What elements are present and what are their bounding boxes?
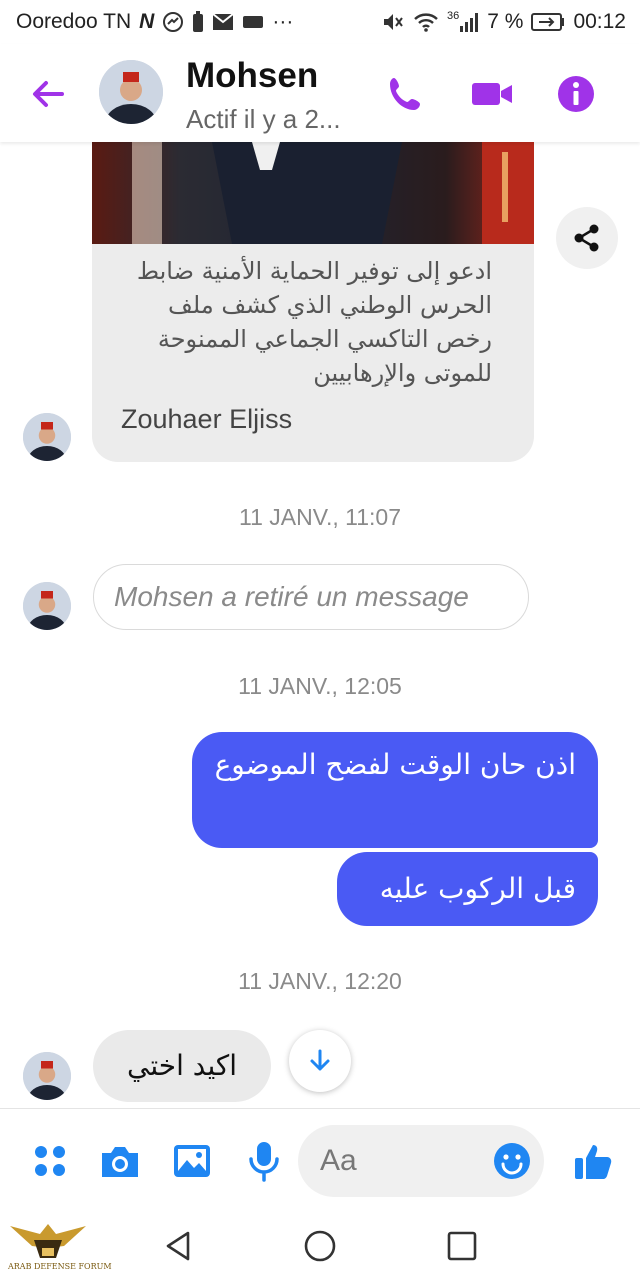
mute-icon	[384, 14, 403, 30]
more-notifs-icon: ···	[272, 10, 294, 33]
mail-icon	[212, 13, 234, 30]
status-bar: Ooredoo TN N ··· 36 7 % 00:12	[0, 0, 640, 44]
messenger-notif-icon	[163, 12, 184, 32]
nav-home-icon[interactable]	[302, 1228, 338, 1264]
wifi-icon	[414, 13, 438, 32]
sender-avatar[interactable]	[23, 413, 71, 461]
info-icon[interactable]	[554, 72, 598, 116]
video-icon[interactable]	[470, 72, 514, 116]
contact-name[interactable]: Mohsen	[186, 56, 318, 96]
outgoing-message-bubble[interactable]: اذن حان الوقت لفضح الموضوع	[192, 732, 598, 848]
phone-icon[interactable]	[384, 72, 428, 116]
network-type: 36	[447, 10, 460, 22]
timestamp: 11 JANV., 12:20	[238, 968, 402, 994]
shared-post-text: ادعو إلى توفير الحماية الأمنية ضابط الحر…	[136, 257, 492, 387]
incoming-message-bubble[interactable]: اكيد اختي	[93, 1030, 271, 1102]
outgoing-message-bubble[interactable]: قبل الركوب عليه	[337, 852, 598, 926]
battery-percent: 7 %	[487, 10, 524, 33]
clock: 00:12	[573, 10, 626, 33]
removed-message-bubble[interactable]: Mohsen a retiré un message	[93, 564, 529, 630]
nav-recents-icon[interactable]	[444, 1228, 480, 1264]
camera-icon[interactable]	[98, 1139, 142, 1183]
timestamp: 11 JANV., 12:05	[238, 673, 402, 699]
emoji-icon[interactable]	[490, 1139, 534, 1183]
notif-icon	[243, 16, 264, 28]
battery-icon	[531, 13, 565, 31]
nav-back-icon[interactable]	[160, 1228, 196, 1264]
contact-status: Actif il y a 2...	[186, 104, 341, 134]
timestamp: 11 JANV., 11:07	[239, 504, 401, 530]
chevron-down-icon	[310, 1049, 330, 1071]
watermark-text: ARAB DEFENSE FORUM	[8, 1262, 112, 1271]
carrier-label: Ooredoo TN	[16, 10, 132, 33]
message-input-placeholder: Aa	[320, 1144, 357, 1177]
shared-post-image	[92, 142, 534, 244]
share-button[interactable]	[556, 207, 618, 269]
signal-icon	[460, 13, 479, 32]
battery-notif-icon	[193, 11, 204, 32]
nfc-icon: N	[139, 10, 155, 33]
image-icon[interactable]	[170, 1139, 214, 1183]
back-arrow-icon[interactable]	[28, 74, 68, 114]
share-icon	[574, 224, 599, 252]
thumbs-up-icon[interactable]	[572, 1139, 616, 1183]
message-composer: Aa	[0, 1108, 640, 1212]
sender-avatar[interactable]	[23, 1052, 71, 1100]
contact-avatar[interactable]	[99, 60, 163, 124]
conversation-header: Mohsen Actif il y a 2...	[0, 44, 640, 142]
sender-avatar[interactable]	[23, 582, 71, 630]
scroll-to-bottom-button[interactable]	[289, 1030, 351, 1092]
shared-post-author: Zouhaer Eljiss	[121, 404, 293, 434]
avatar-image	[99, 60, 163, 124]
menu-dots-icon[interactable]	[28, 1139, 72, 1183]
mic-icon[interactable]	[242, 1139, 286, 1183]
